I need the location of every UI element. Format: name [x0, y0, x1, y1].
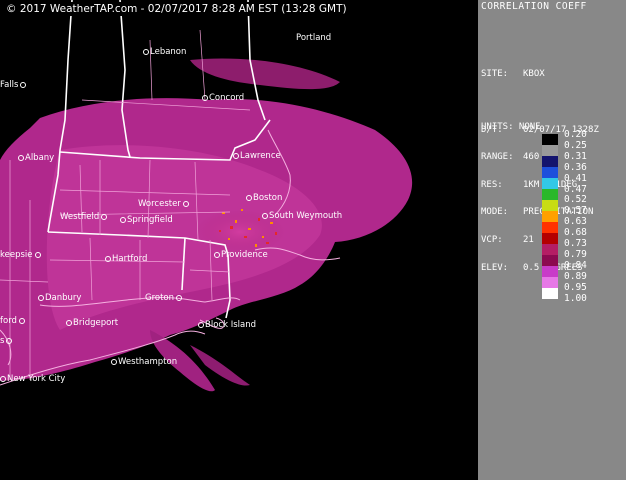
- color-scale-swatch: [542, 233, 558, 244]
- city-label-albany: Albany: [18, 153, 54, 163]
- meta-row-site: SITE: KBOX: [481, 69, 545, 80]
- city-marker-icon: [0, 375, 6, 382]
- city-label-lawrence: Lawrence: [233, 151, 281, 161]
- city-label-danbury: Danbury: [38, 293, 81, 303]
- city-label-boston: Boston: [246, 193, 282, 203]
- product-info-panel: CORRELATION COEFF SITE: KBOX D/T: 02/07/17…: [478, 0, 626, 480]
- city-label-new-york-city: New York City: [0, 374, 65, 384]
- city-label-westfield: Westfield: [60, 212, 108, 222]
- city-label-lebanon: Lebanon: [143, 47, 186, 57]
- city-marker-icon: [214, 251, 220, 258]
- city-marker-icon: [101, 213, 108, 220]
- city-label-worcester: Worcester: [138, 199, 190, 209]
- color-scale-legend: [542, 134, 558, 299]
- color-scale-swatch: [542, 277, 558, 288]
- city-label-bridgeport: Bridgeport: [66, 318, 118, 328]
- color-scale-values: 0.20 0.25 0.31 0.36 0.41 0.47 0.52 0.57 0.63 0.68…: [564, 129, 587, 305]
- city-label-block-island: Block Island: [198, 320, 256, 330]
- city-marker-icon: [246, 194, 252, 201]
- city-marker-icon: [34, 251, 41, 258]
- city-label-ford: ford: [0, 316, 26, 326]
- product-title: CORRELATION COEFF: [481, 1, 587, 12]
- color-scale-swatch: [542, 266, 558, 277]
- city-label-groton: Groton: [145, 293, 183, 303]
- city-marker-icon: [18, 154, 24, 161]
- color-scale-value: 0.95: [564, 281, 587, 293]
- city-label-portland: Portland: [296, 33, 332, 43]
- city-marker-icon: [105, 255, 111, 262]
- city-label-providence: Providence: [214, 250, 268, 260]
- color-scale-swatch: [542, 156, 558, 167]
- city-marker-icon: [182, 200, 189, 207]
- city-label-springfield: Springfield: [120, 215, 173, 225]
- city-label-keepsie: keepsie: [0, 250, 42, 260]
- city-marker-icon: [38, 294, 44, 301]
- color-scale-swatch: [542, 244, 558, 255]
- precip-north-band: [190, 58, 340, 90]
- city-marker-icon: [6, 337, 13, 344]
- city-marker-icon: [262, 212, 268, 219]
- color-scale-value: 1.00: [564, 292, 587, 304]
- city-marker-icon: [202, 94, 208, 101]
- color-scale-swatch: [542, 211, 558, 222]
- color-scale-swatch: [542, 167, 558, 178]
- color-scale-value: 0.36: [564, 161, 587, 173]
- radar-map: © 2017 WeatherTAP.com - 02/07/2017 8:28 …: [0, 0, 478, 480]
- city-label-westhampton: Westhampton: [111, 357, 177, 367]
- city-marker-icon: [66, 319, 72, 326]
- copyright-timestamp-banner: © 2017 WeatherTAP.com - 02/07/2017 8:28 …: [2, 2, 351, 16]
- city-marker-icon: [18, 317, 25, 324]
- color-scale-swatch: [542, 145, 558, 156]
- city-label-s: s: [0, 336, 13, 346]
- color-scale-swatch: [542, 200, 558, 211]
- city-label-south-weymouth: South Weymouth: [262, 211, 342, 221]
- city-marker-icon: [20, 81, 27, 88]
- city-marker-icon: [143, 48, 149, 55]
- city-label-hartford: Hartford: [105, 254, 147, 264]
- city-marker-icon: [233, 152, 239, 159]
- color-scale-swatch: [542, 189, 558, 200]
- meta-row-spacer: [481, 98, 599, 107]
- city-marker-icon: [198, 321, 204, 328]
- color-scale-value: 0.41: [564, 172, 587, 184]
- color-scale-swatch: [542, 222, 558, 233]
- radar-echo-layer: [0, 0, 413, 392]
- color-scale-swatch: [542, 255, 558, 266]
- city-marker-icon: [120, 216, 126, 223]
- units-label: UNITS: NONE: [481, 122, 541, 132]
- color-scale-swatch: [542, 134, 558, 145]
- city-marker-icon: [111, 358, 117, 365]
- color-scale-swatch: [542, 288, 558, 299]
- city-label-falls: Falls: [0, 80, 27, 90]
- city-label-concord: Concord: [202, 93, 244, 103]
- city-marker-icon: [176, 294, 183, 301]
- color-scale-swatch: [542, 178, 558, 189]
